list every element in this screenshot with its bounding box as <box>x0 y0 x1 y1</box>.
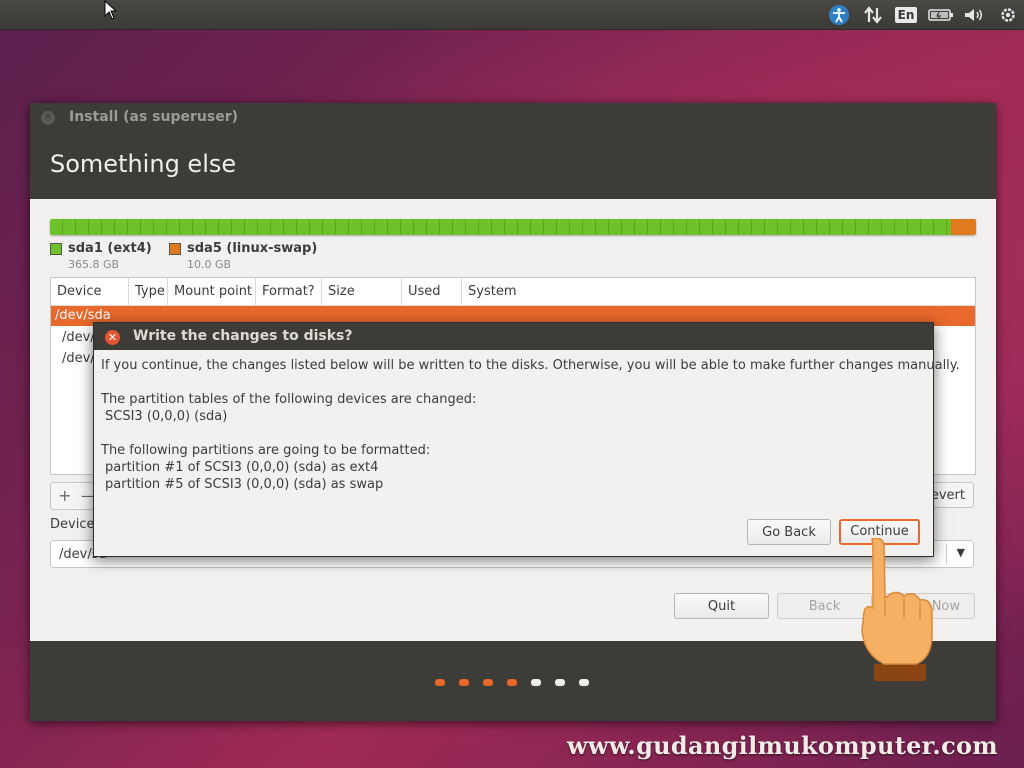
quit-button[interactable]: Quit <box>674 593 769 619</box>
keyboard-layout-label: En <box>894 7 918 23</box>
keyboard-layout-indicator[interactable]: En <box>894 4 918 26</box>
dialog-format-item: partition #1 of SCSI3 (0,0,0) (sda) as e… <box>105 460 379 475</box>
table-row[interactable]: /dev/ <box>62 328 95 348</box>
column-header-system[interactable]: System <box>462 278 975 305</box>
table-row[interactable]: /dev/ <box>62 349 95 369</box>
bootloader-device-label: Device <box>50 517 95 532</box>
dialog-format-heading: The following partitions are going to be… <box>101 443 431 458</box>
column-header-mount-point[interactable]: Mount point <box>168 278 256 305</box>
column-header-format[interactable]: Format? <box>256 278 322 305</box>
table-header: Device Type Mount point Format? Size Use… <box>51 278 975 306</box>
chevron-down-icon[interactable]: ▼ <box>957 546 965 559</box>
settings-gear-icon[interactable] <box>997 4 1019 26</box>
progress-dot <box>531 679 541 686</box>
column-header-device[interactable]: Device <box>51 278 129 305</box>
watermark: www.gudangilmukomputer.com <box>566 731 998 760</box>
battery-icon[interactable] <box>928 4 954 26</box>
dialog-tables-item: SCSI3 (0,0,0) (sda) <box>105 409 228 424</box>
column-header-type[interactable]: Type <box>129 278 168 305</box>
legend-name: sda1 (ext4) <box>68 241 152 256</box>
combo-separator <box>946 544 947 564</box>
column-header-used[interactable]: Used <box>402 278 462 305</box>
dialog-tables-heading: The partition tables of the following de… <box>101 392 477 407</box>
go-back-button[interactable]: Go Back <box>747 519 831 545</box>
column-header-size[interactable]: Size <box>322 278 402 305</box>
dialog-title: Write the changes to disks? <box>133 328 353 344</box>
dialog-format-item: partition #5 of SCSI3 (0,0,0) (sda) as s… <box>105 477 384 492</box>
accessibility-icon[interactable] <box>828 4 850 26</box>
top-panel: En <box>0 0 1024 30</box>
partition-bar-sda5 <box>950 219 976 235</box>
partition-bar-sda1 <box>50 219 951 235</box>
volume-icon[interactable] <box>962 4 986 26</box>
progress-dot <box>435 679 445 686</box>
progress-dot <box>579 679 589 686</box>
dialog-header: ✕ Write the changes to disks? <box>94 323 933 350</box>
legend-size: 365.8 GB <box>68 258 120 271</box>
window-close-icon[interactable]: ✕ <box>41 111 55 125</box>
page-title: Something else <box>50 150 237 178</box>
legend-name: sda5 (linux-swap) <box>187 241 318 256</box>
pointing-hand-icon <box>861 538 933 681</box>
legend-size: 10.0 GB <box>187 258 232 271</box>
dialog-close-icon[interactable]: ✕ <box>105 330 120 345</box>
legend-swatch <box>50 243 62 255</box>
mouse-pointer-icon <box>104 0 118 20</box>
network-icon[interactable] <box>862 4 884 26</box>
write-changes-dialog: ✕ Write the changes to disks? If you con… <box>93 322 960 557</box>
progress-dot <box>459 679 469 686</box>
window-title: Install (as superuser) <box>69 109 238 125</box>
progress-dot <box>483 679 493 686</box>
partition-usage-bar <box>50 219 976 235</box>
progress-dot <box>555 679 565 686</box>
add-partition-button[interactable]: + <box>58 486 71 505</box>
dialog-intro: If you continue, the changes listed belo… <box>101 358 960 373</box>
progress-dot <box>507 679 517 686</box>
legend-swatch <box>169 243 181 255</box>
progress-footer <box>30 641 996 721</box>
window-header: ✕ Install (as superuser) Something else <box>30 103 996 199</box>
